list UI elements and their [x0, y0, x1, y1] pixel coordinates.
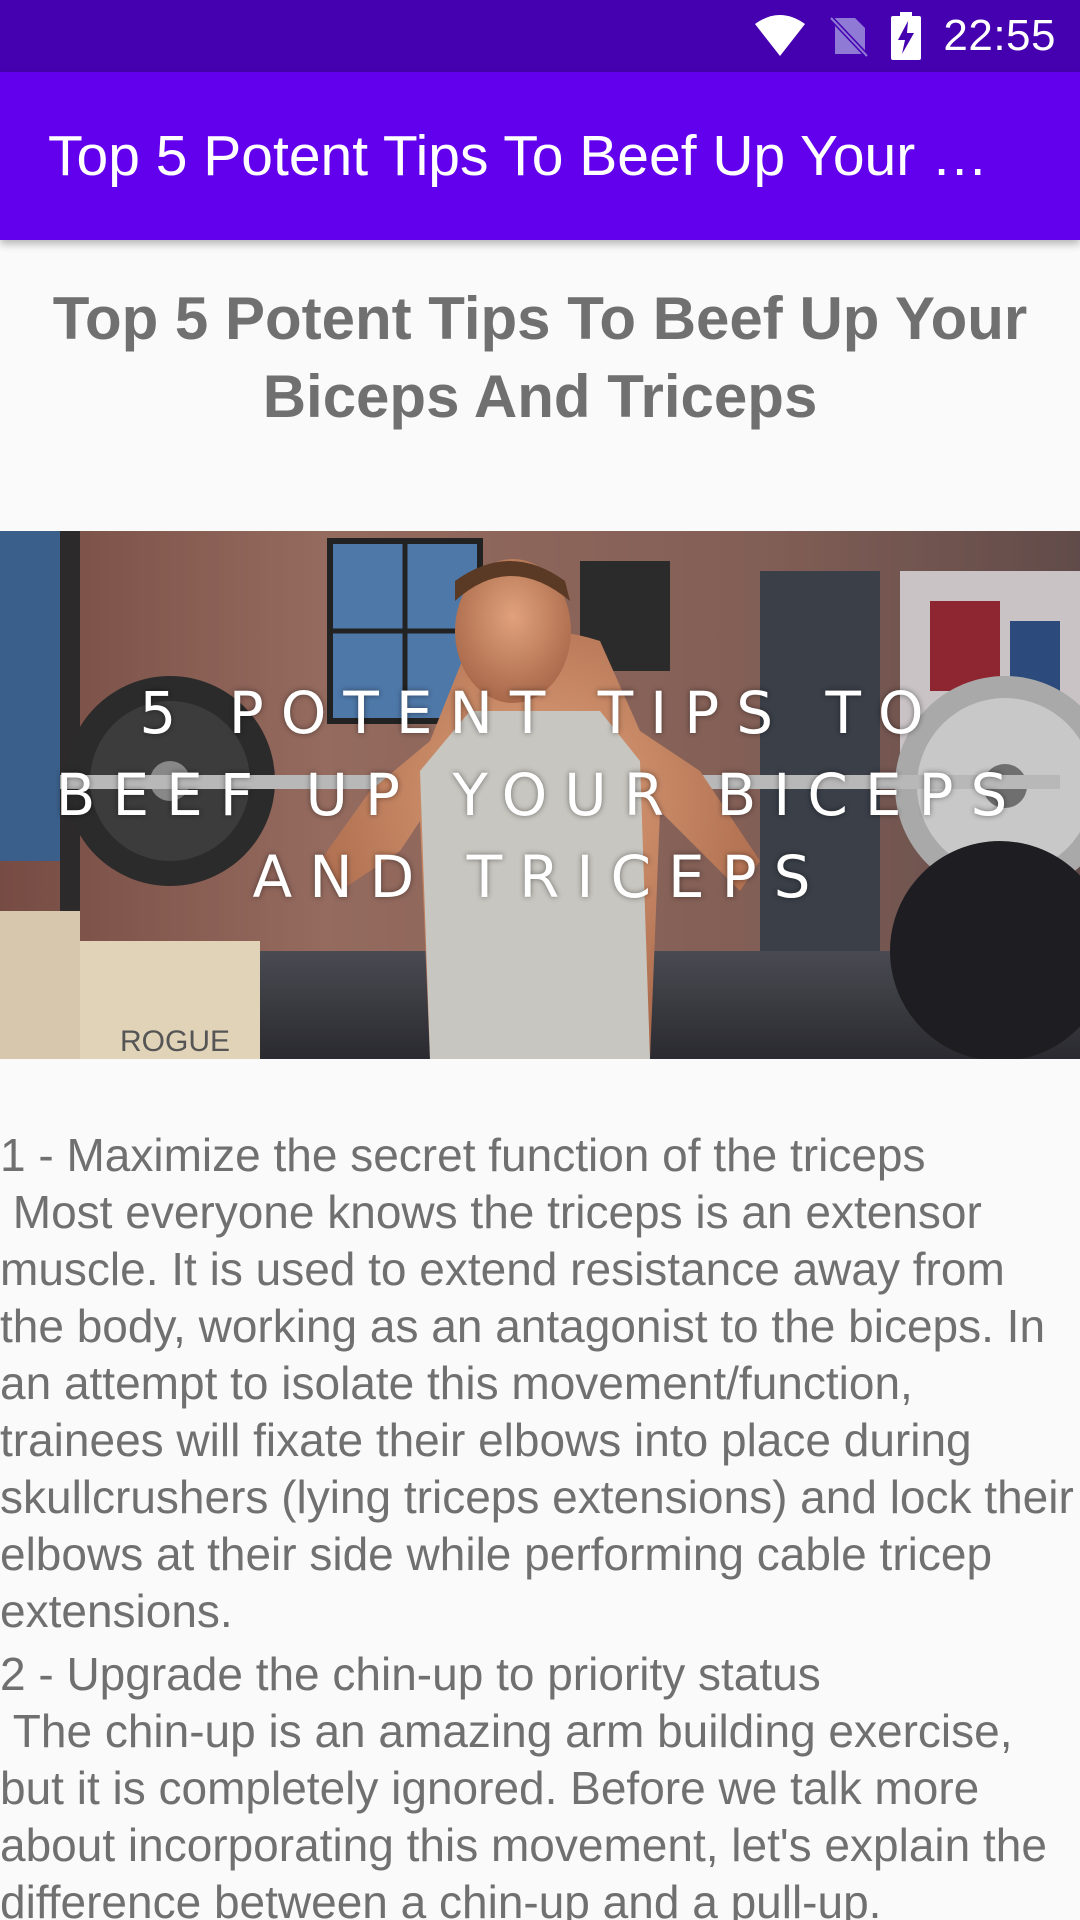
hero-caption: 5 POTENT TIPS TO BEEF UP YOUR BICEPS AND…	[55, 679, 1025, 911]
tip-title: 1 - Maximize the secret function of the …	[0, 1129, 926, 1181]
tip-body: Most everyone knows the triceps is an ex…	[0, 1186, 1074, 1637]
hero-image: ROGUE 5 POTENT TIPS TO BEEF UP YOUR BICE…	[0, 531, 1080, 1059]
tip-title: 2 - Upgrade the chin-up to priority stat…	[0, 1648, 821, 1700]
app-bar: Top 5 Potent Tips To Beef Up Your Biceps…	[0, 72, 1080, 240]
no-sim-icon	[829, 14, 870, 58]
tip-section-1: 1 - Maximize the secret function of the …	[0, 1127, 1080, 1640]
tip-section-2: 2 - Upgrade the chin-up to priority stat…	[0, 1646, 1080, 1920]
status-time: 22:55	[943, 11, 1056, 60]
status-icons: 22:55	[753, 0, 1056, 72]
status-bar: 22:55	[0, 0, 1080, 72]
wifi-icon	[753, 14, 807, 58]
article-content[interactable]: Top 5 Potent Tips To Beef Up Your Biceps…	[0, 240, 1080, 1920]
article-heading: Top 5 Potent Tips To Beef Up Your Biceps…	[52, 285, 1028, 430]
article-body: 1 - Maximize the secret function of the …	[0, 1127, 1080, 1920]
tip-body: The chin-up is an amazing arm building e…	[0, 1705, 1060, 1920]
battery-charging-icon	[891, 12, 922, 60]
app-bar-title: Top 5 Potent Tips To Beef Up Your Biceps…	[48, 124, 1008, 188]
